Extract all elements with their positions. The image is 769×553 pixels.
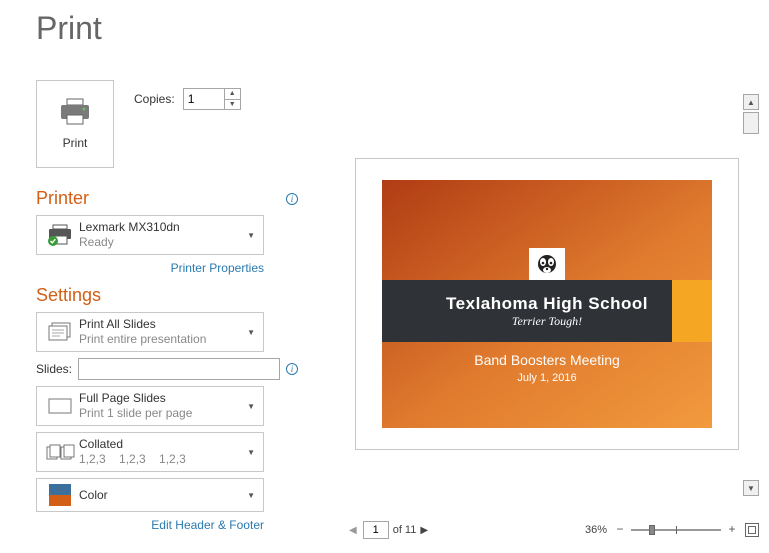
copies-spinner[interactable]: ▲ ▼ xyxy=(183,88,241,110)
printer-icon xyxy=(58,98,92,126)
chevron-down-icon: ▼ xyxy=(245,448,257,457)
page-title: Print xyxy=(36,10,769,47)
collate-dropdown[interactable]: Collated 1,2,3 1,2,3 1,2,3 ▼ xyxy=(36,432,264,472)
edit-header-footer-link[interactable]: Edit Header & Footer xyxy=(36,518,264,532)
slides-range-input[interactable] xyxy=(78,358,280,380)
print-what-dropdown[interactable]: Print All Slides Print entire presentati… xyxy=(36,312,264,352)
slides-label: Slides: xyxy=(36,362,72,376)
zoom-slider[interactable] xyxy=(631,523,721,537)
copies-input[interactable] xyxy=(184,89,224,109)
slide-title: Texlahoma High School xyxy=(446,294,648,314)
color-title: Color xyxy=(79,488,245,503)
color-dropdown[interactable]: Color ▼ xyxy=(36,478,264,512)
slide-subtitle: Band Boosters Meeting xyxy=(382,352,712,368)
printer-section-header: Printer xyxy=(36,188,89,209)
printer-properties-link[interactable]: Printer Properties xyxy=(36,261,264,275)
print-preview: Texlahoma High School Terrier Tough! Ban… xyxy=(355,158,739,450)
preview-vertical-scrollbar[interactable]: ▲ ▼ xyxy=(743,94,759,496)
printer-status: Ready xyxy=(79,235,245,250)
next-page-icon[interactable]: ▶ xyxy=(416,525,432,536)
print-what-title: Print All Slides xyxy=(79,317,245,332)
printer-small-icon xyxy=(43,224,77,246)
slide-tagline: Terrier Tough! xyxy=(512,314,582,329)
print-what-sub: Print entire presentation xyxy=(79,332,245,347)
info-icon[interactable]: i xyxy=(286,363,298,375)
copies-down-icon[interactable]: ▼ xyxy=(225,100,240,110)
slide-date: July 1, 2016 xyxy=(382,372,712,384)
scroll-down-icon[interactable]: ▼ xyxy=(743,480,759,496)
color-swatch-icon xyxy=(43,484,77,506)
chevron-down-icon: ▼ xyxy=(245,231,257,240)
fit-to-window-icon[interactable] xyxy=(745,523,759,537)
print-button[interactable]: Print xyxy=(36,80,114,168)
copies-up-icon[interactable]: ▲ xyxy=(225,89,240,100)
collate-sub: 1,2,3 1,2,3 1,2,3 xyxy=(79,452,245,467)
printer-name: Lexmark MX310dn xyxy=(79,220,245,235)
printer-dropdown[interactable]: Lexmark MX310dn Ready ▼ xyxy=(36,215,264,255)
collate-title: Collated xyxy=(79,437,245,452)
zoom-in-icon[interactable]: + xyxy=(725,523,739,537)
preview-pager-bar: ◀ of 11 ▶ 36% − + xyxy=(345,519,759,541)
chevron-down-icon: ▼ xyxy=(245,491,257,500)
full-page-icon xyxy=(43,395,77,417)
settings-section-header: Settings xyxy=(36,285,101,306)
chevron-down-icon: ▼ xyxy=(245,402,257,411)
mascot-icon xyxy=(529,248,565,284)
scroll-thumb[interactable] xyxy=(743,112,759,134)
current-page-input[interactable] xyxy=(363,521,389,539)
collated-icon xyxy=(43,441,77,463)
prev-page-icon[interactable]: ◀ xyxy=(345,525,361,536)
slide-thumbnail: Texlahoma High School Terrier Tough! Ban… xyxy=(382,180,712,428)
zoom-out-icon[interactable]: − xyxy=(613,523,627,537)
layout-dropdown[interactable]: Full Page Slides Print 1 slide per page … xyxy=(36,386,264,426)
layout-sub: Print 1 slide per page xyxy=(79,406,245,421)
chevron-down-icon: ▼ xyxy=(245,328,257,337)
copies-label: Copies: xyxy=(134,92,175,106)
layout-title: Full Page Slides xyxy=(79,391,245,406)
scroll-up-icon[interactable]: ▲ xyxy=(743,94,759,110)
print-button-label: Print xyxy=(63,136,88,150)
print-settings-panel: Print Copies: ▲ ▼ Printer i xyxy=(36,80,316,542)
slides-stack-icon xyxy=(43,320,77,344)
zoom-percent-label[interactable]: 36% xyxy=(585,524,607,536)
info-icon[interactable]: i xyxy=(286,193,298,205)
page-total-label: of 11 xyxy=(393,524,417,536)
